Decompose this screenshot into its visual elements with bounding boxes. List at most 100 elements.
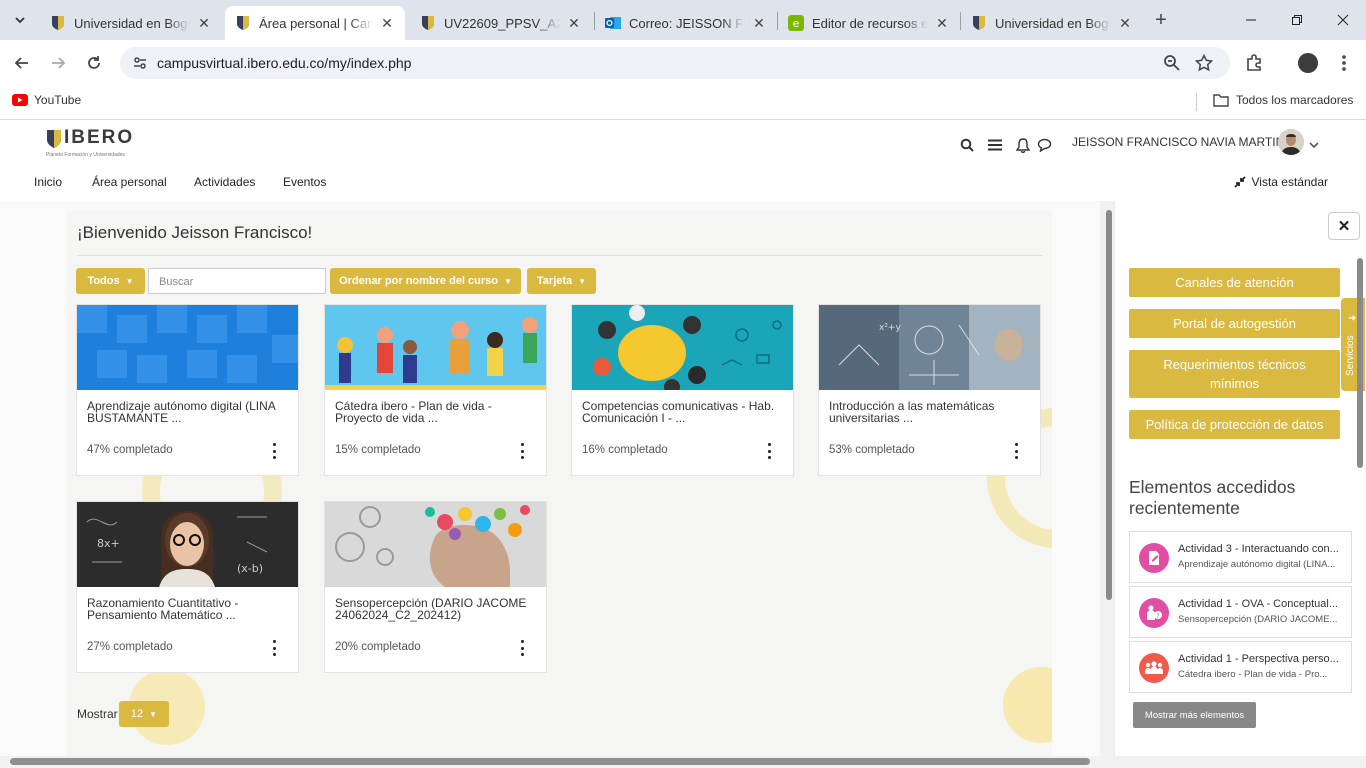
- sort-button[interactable]: Ordenar por nombre del curso ▼: [330, 268, 521, 294]
- course-image[interactable]: [325, 305, 546, 390]
- course-title[interactable]: Cátedra ibero - Plan de vida - Proyecto …: [335, 400, 535, 424]
- ibero-logo[interactable]: IBERO Planeta Formación y Universidades: [44, 127, 134, 163]
- tab-label: Universidad en Bogotá: [74, 15, 190, 31]
- restore-icon[interactable]: [1274, 0, 1320, 40]
- new-tab-plus-icon[interactable]: +: [1147, 6, 1175, 34]
- course-progress: 20% completado: [335, 641, 421, 653]
- course-menu-icon[interactable]: [518, 640, 526, 656]
- close-tab-icon[interactable]: ✕: [379, 15, 395, 32]
- course-image[interactable]: x²+y: [819, 305, 1040, 390]
- reload-icon[interactable]: [80, 49, 108, 77]
- bookmark-all[interactable]: Todos los marcadores: [1213, 93, 1353, 107]
- svg-text:e: e: [793, 17, 800, 30]
- site-info-icon[interactable]: [132, 55, 148, 76]
- browser-tab-5[interactable]: e Editor de recursos educativos ✕: [778, 6, 960, 40]
- canales-atencion-button[interactable]: Canales de atención: [1129, 268, 1340, 297]
- minimize-icon[interactable]: [1228, 0, 1274, 40]
- bookmark-youtube[interactable]: YouTube: [12, 93, 81, 107]
- profile-avatar[interactable]: [1298, 53, 1318, 73]
- course-image[interactable]: [77, 305, 298, 390]
- course-title[interactable]: Aprendizaje autónomo digital (LINA BUSTA…: [87, 400, 287, 424]
- browser-tab-3[interactable]: UV22609_PPSV_A2_2024 ✕: [410, 6, 592, 40]
- course-menu-icon[interactable]: [765, 443, 773, 459]
- folder-icon: [1213, 93, 1229, 107]
- course-title[interactable]: Sensopercepción (DARIO JACOME 24062024_C…: [335, 597, 535, 621]
- browser-tab-6[interactable]: Universidad en Bogotá ✕: [961, 6, 1143, 40]
- recent-item[interactable]: ? Actividad 1 - OVA - Conceptual... Sens…: [1129, 586, 1352, 638]
- browser-tab-1[interactable]: Universidad en Bogotá ✕: [40, 6, 222, 40]
- tab-label: Área personal | Campus: [259, 15, 373, 31]
- chevron-down-icon[interactable]: [1304, 135, 1324, 155]
- nav-actividades[interactable]: Actividades: [194, 175, 255, 189]
- chevron-down-icon: ▼: [149, 709, 158, 719]
- browser-tab-2[interactable]: Área personal | Campus ✕: [225, 6, 405, 40]
- page-title: ¡Bienvenido Jeisson Francisco!: [77, 223, 313, 242]
- close-tab-icon[interactable]: ✕: [1117, 15, 1133, 32]
- chrome-menu-icon[interactable]: [1330, 49, 1358, 77]
- tab-search-chevron-icon[interactable]: [6, 6, 34, 34]
- course-card[interactable]: Competencias comunicativas - Hab. Comuni…: [571, 304, 794, 476]
- per-page-select[interactable]: 12 ▼: [119, 701, 169, 727]
- recent-item[interactable]: Actividad 3 - Interactuando con... Apren…: [1129, 531, 1352, 583]
- close-tab-icon[interactable]: ✕: [751, 15, 767, 32]
- svg-text:8x+: 8x+: [97, 537, 120, 550]
- course-title[interactable]: Razonamiento Cuantitativo - Pensamiento …: [87, 597, 287, 621]
- window-close-icon[interactable]: [1320, 0, 1366, 40]
- forward-arrow-icon[interactable]: [44, 49, 72, 77]
- arrow-right-icon: ➜: [1348, 313, 1357, 324]
- tab-label: Editor de recursos educativos: [812, 15, 928, 31]
- course-menu-icon[interactable]: [1012, 443, 1020, 459]
- show-more-button[interactable]: Mostrar más elementos: [1133, 702, 1256, 728]
- course-menu-icon[interactable]: [270, 640, 278, 656]
- close-drawer-button[interactable]: ✕: [1328, 212, 1360, 240]
- nav-inicio[interactable]: Inicio: [34, 175, 62, 189]
- politica-datos-button[interactable]: Política de protección de datos: [1129, 410, 1340, 439]
- page-scrollbar-thumb[interactable]: [1106, 210, 1112, 600]
- requerimientos-tecnicos-button[interactable]: Requerimientos técnicos mínimos: [1129, 350, 1340, 398]
- course-progress: 53% completado: [829, 444, 915, 456]
- bookmarks-bar: YouTube Todos los marcadores: [0, 86, 1366, 120]
- course-card[interactable]: 8x+ (x-b) Razonamiento Cuantitativo - Pen…: [76, 501, 299, 673]
- close-tab-icon[interactable]: ✕: [196, 15, 212, 32]
- course-menu-icon[interactable]: [518, 443, 526, 459]
- outlook-icon: [605, 15, 621, 31]
- bell-icon[interactable]: [1013, 135, 1033, 155]
- course-image[interactable]: [325, 502, 546, 587]
- course-image[interactable]: 8x+ (x-b): [77, 502, 298, 587]
- extensions-puzzle-icon[interactable]: [1240, 49, 1268, 77]
- avatar[interactable]: [1278, 129, 1304, 155]
- chat-bubble-icon[interactable]: [1034, 135, 1054, 155]
- tab-label: UV22609_PPSV_A2_2024: [444, 15, 560, 31]
- course-title[interactable]: Introducción a las matemáticas universit…: [829, 400, 1029, 424]
- chevron-down-icon: ▼: [504, 276, 512, 286]
- back-arrow-icon[interactable]: [8, 49, 36, 77]
- portal-autogestion-button[interactable]: Portal de autogestión: [1129, 309, 1340, 338]
- vista-estandar-link[interactable]: Vista estándar: [1233, 175, 1328, 189]
- filter-todos-button[interactable]: Todos ▼: [76, 268, 145, 294]
- course-title[interactable]: Competencias comunicativas - Hab. Comuni…: [582, 400, 782, 424]
- close-tab-icon[interactable]: ✕: [566, 15, 582, 32]
- close-tab-icon[interactable]: ✕: [934, 15, 950, 32]
- course-card[interactable]: Sensopercepción (DARIO JACOME 24062024_C…: [324, 501, 547, 673]
- user-name[interactable]: JEISSON FRANCISCO NAVIA MARTIN: [1072, 135, 1284, 149]
- zoom-icon[interactable]: [1163, 54, 1181, 77]
- course-card[interactable]: Cátedra ibero - Plan de vida - Proyecto …: [324, 304, 547, 476]
- course-image[interactable]: [572, 305, 793, 390]
- browser-tab-4[interactable]: Correo: JEISSON FRANCISCO ✕: [595, 6, 777, 40]
- address-bar[interactable]: campusvirtual.ibero.edu.co/my/index.php: [120, 47, 1230, 79]
- drawer-scrollbar-thumb[interactable]: [1357, 258, 1363, 468]
- svg-text:(x-b): (x-b): [237, 562, 263, 575]
- recent-item[interactable]: Actividad 1 - Perspectiva perso... Cáted…: [1129, 641, 1352, 693]
- horizontal-scrollbar-thumb[interactable]: [10, 758, 1090, 765]
- nav-eventos[interactable]: Eventos: [283, 175, 326, 189]
- course-menu-icon[interactable]: [270, 443, 278, 459]
- course-card[interactable]: Aprendizaje autónomo digital (LINA BUSTA…: [76, 304, 299, 476]
- hamburger-menu-icon[interactable]: [985, 135, 1005, 155]
- search-icon[interactable]: [957, 135, 977, 155]
- bookmark-star-icon[interactable]: [1194, 53, 1214, 77]
- course-card[interactable]: x²+y Introducción a las matemáticas univ…: [818, 304, 1041, 476]
- ibero-shield-icon: [420, 15, 436, 31]
- course-search-input[interactable]: Buscar: [148, 268, 326, 294]
- nav-area-personal[interactable]: Área personal: [92, 175, 167, 189]
- view-tarjeta-button[interactable]: Tarjeta ▼: [527, 268, 596, 294]
